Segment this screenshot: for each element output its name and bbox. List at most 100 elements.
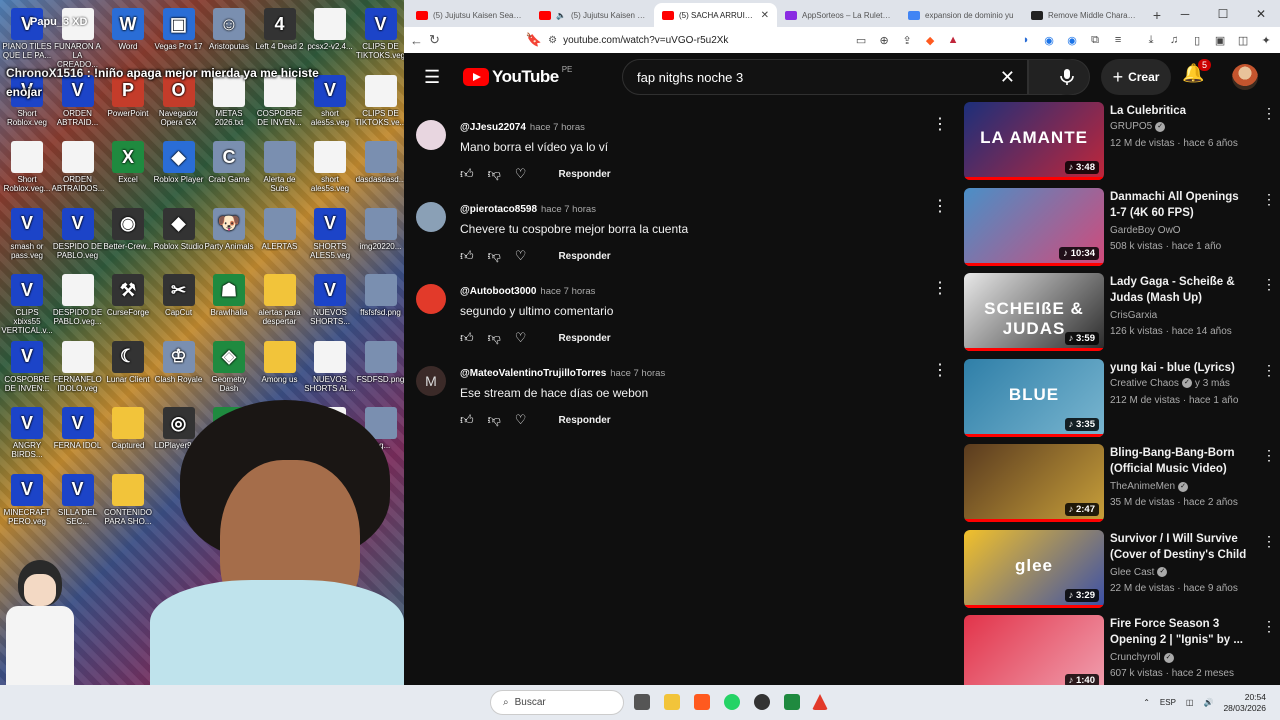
tab-audio-icon[interactable]: 🔈 bbox=[556, 11, 566, 20]
maximize-button[interactable]: ☐ bbox=[1204, 0, 1242, 27]
search-input[interactable]: fap nitghs noche 3 ✕ bbox=[622, 59, 1028, 95]
desktop-icon[interactable]: ffsfsfsd.png bbox=[355, 274, 405, 317]
desktop-icon[interactable]: NUEVOS SHORTS AL... bbox=[304, 340, 356, 393]
desktop-icon[interactable]: ♔ Clash Royale bbox=[153, 340, 205, 384]
brave-rewards-icon[interactable]: ▲ bbox=[946, 33, 960, 47]
video-thumbnail[interactable]: ♪ 2:47 bbox=[964, 444, 1104, 522]
comment-more-icon[interactable]: ⋮ bbox=[932, 199, 948, 215]
zoom-icon[interactable]: ⊕ bbox=[877, 33, 891, 47]
browser-tab[interactable]: AppSorteos – La Ruleta de bbox=[777, 3, 900, 27]
brave-shield-icon[interactable]: ◆ bbox=[923, 33, 937, 47]
video-more-icon[interactable]: ⋮ bbox=[1262, 105, 1276, 122]
reply-button[interactable]: Responder bbox=[558, 415, 610, 426]
comment-author[interactable]: @MateoValentinoTrujilloTorres bbox=[460, 368, 606, 379]
desktop-icon[interactable]: FERNANFLO IDOLO.veg bbox=[52, 340, 104, 393]
app-triangle-icon[interactable] bbox=[812, 694, 828, 710]
desktop-icon[interactable]: CONTENIDO PARA SHO... bbox=[102, 473, 154, 526]
browser-tab[interactable]: (5) Jujutsu Kaisen Season bbox=[408, 3, 531, 27]
desktop-icon[interactable]: V CLIPS xbixs55 VERTICAL.v... bbox=[1, 274, 53, 335]
comment-more-icon[interactable]: ⋮ bbox=[932, 363, 948, 379]
desktop-icon[interactable]: dasdasdasd... bbox=[355, 141, 404, 184]
video-thumbnail[interactable]: BLUE ♪ 3:35 bbox=[964, 358, 1104, 437]
reload-button[interactable]: ↻ bbox=[429, 32, 440, 48]
language-indicator[interactable]: ESP bbox=[1160, 698, 1176, 707]
video-more-icon[interactable]: ⋮ bbox=[1262, 533, 1276, 550]
video-title[interactable]: Bling-Bang-Bang-Born (Official Music Vid… bbox=[1110, 445, 1250, 477]
desktop-icon[interactable]: ☾ Lunar Client bbox=[102, 340, 154, 384]
like-icon[interactable]: 👍︎ bbox=[460, 248, 474, 264]
desktop-icon[interactable]: img20220... bbox=[355, 207, 405, 251]
browser-tab[interactable]: 🔈 (5) Jujutsu Kaisen Seas bbox=[531, 3, 654, 27]
video-thumbnail[interactable]: glee ♪ 3:29 bbox=[964, 529, 1104, 608]
bookmark-icon[interactable]: 🔖 bbox=[526, 32, 542, 48]
network-icon[interactable]: ◫ bbox=[1186, 698, 1194, 707]
close-window-button[interactable]: ✕ bbox=[1242, 0, 1280, 27]
clear-search-icon[interactable]: ✕ bbox=[1000, 67, 1015, 88]
desktop-icon[interactable]: ◆ Roblox Player bbox=[153, 141, 205, 184]
extension-icon-2[interactable]: ◉ bbox=[1042, 33, 1056, 47]
desktop-icon[interactable]: V DESPIDO DE PABLO.veg bbox=[52, 207, 104, 260]
video-title[interactable]: La Culebritica bbox=[1110, 103, 1250, 119]
desktop-icon[interactable]: ◆ Roblox Studio bbox=[153, 207, 205, 251]
url-field[interactable]: ⚙ youtube.com/watch?v=uVGO-r5u2Xk bbox=[548, 30, 848, 50]
desktop-icon[interactable]: V CLIPS DE TIKTOKS.veg bbox=[355, 8, 404, 60]
account-avatar[interactable] bbox=[1232, 64, 1258, 90]
desktop-icon[interactable]: DESPIDO DE PABLO.veg... bbox=[52, 274, 104, 326]
related-video[interactable]: ♪ 2:47 Bling-Bang-Bang-Born (Official Mus… bbox=[964, 443, 1280, 529]
desktop-icon[interactable]: V NUEVOS SHORTS... bbox=[304, 274, 356, 326]
desktop-icon[interactable]: ✂ CapCut bbox=[153, 274, 205, 317]
heart-icon[interactable]: ♡ bbox=[515, 412, 527, 428]
desktop-icon[interactable]: short ales5s.veg bbox=[304, 141, 356, 193]
desktop-icon[interactable]: W Word bbox=[102, 8, 154, 51]
browser-tab[interactable]: Remove Middle Characte bbox=[1023, 3, 1146, 27]
extension-icon-1[interactable]: ◗ bbox=[1019, 33, 1033, 47]
video-channel[interactable]: TheAnimeMen bbox=[1110, 481, 1175, 492]
reply-button[interactable]: Responder bbox=[558, 251, 610, 262]
clock[interactable]: 20:54 28/03/2026 bbox=[1223, 692, 1266, 714]
video-channel[interactable]: Crunchyroll bbox=[1110, 652, 1161, 663]
file-explorer-icon[interactable] bbox=[664, 694, 680, 710]
extensions-puzzle-icon[interactable]: ⧉ bbox=[1088, 33, 1102, 47]
related-video[interactable]: LA AMANTE ♪ 3:48 La Culebritica GRUPO5 ✓ 12 M… bbox=[964, 101, 1280, 187]
video-more-icon[interactable]: ⋮ bbox=[1262, 447, 1276, 464]
desktop-icon[interactable]: 4 Left 4 Dead 2 bbox=[254, 8, 306, 51]
browser-tab[interactable]: (5) SACHA ARRUINA ✕ bbox=[654, 3, 777, 27]
reply-button[interactable]: Responder bbox=[558, 333, 610, 344]
heart-icon[interactable]: ♡ bbox=[515, 248, 527, 264]
library-icon[interactable]: ▯ bbox=[1190, 33, 1204, 47]
desktop-icon[interactable]: Vsmash or pass.veg bbox=[1, 207, 53, 260]
share-icon[interactable]: ⇪ bbox=[900, 33, 914, 47]
video-title[interactable]: Danmachi All Openings 1-7 (4K 60 FPS) bbox=[1110, 189, 1250, 221]
like-icon[interactable]: 👍︎ bbox=[460, 330, 474, 346]
video-thumbnail[interactable]: SCHEIßE & JUDAS ♪ 3:59 bbox=[964, 273, 1104, 351]
desktop-icon[interactable]: Captured bbox=[102, 407, 154, 450]
desktop-icon[interactable]: Alerta de Subs bbox=[254, 141, 306, 193]
video-thumbnail[interactable]: LA AMANTE ♪ 3:48 bbox=[964, 102, 1104, 180]
video-thumbnail[interactable]: ♪ 10:34 bbox=[964, 187, 1104, 266]
comment-avatar[interactable] bbox=[416, 120, 446, 150]
guide-menu-icon[interactable]: ☰ bbox=[424, 67, 444, 87]
comment-author[interactable]: @Autoboot3000 bbox=[460, 286, 536, 297]
cast-icon[interactable]: ▭ bbox=[854, 33, 868, 47]
desktop-icon[interactable]: FSDFSD.png bbox=[355, 340, 404, 384]
desktop-icon[interactable]: Short Roblox.veg... bbox=[1, 141, 53, 193]
dislike-icon[interactable]: 👎︎ bbox=[488, 330, 501, 346]
desktop-icon[interactable]: pcsx2-v2.4... bbox=[304, 8, 356, 51]
site-info-icon[interactable]: ⚙ bbox=[548, 35, 557, 46]
dislike-icon[interactable]: 👎︎ bbox=[488, 412, 501, 428]
comment-avatar[interactable] bbox=[416, 202, 446, 232]
back-button[interactable]: ← bbox=[410, 33, 423, 48]
heart-icon[interactable]: ♡ bbox=[515, 166, 527, 182]
leo-ai-icon[interactable]: ✦ bbox=[1259, 33, 1273, 47]
comment-timestamp[interactable]: hace 7 horas bbox=[530, 122, 585, 133]
tray-chevron-icon[interactable]: ⌃ bbox=[1143, 698, 1150, 707]
video-channel[interactable]: GardeBoy OwO bbox=[1110, 225, 1181, 236]
tab-close-icon[interactable]: ✕ bbox=[761, 10, 769, 21]
desktop-icon[interactable]: C Crab Game bbox=[203, 141, 255, 184]
sidebar-icon[interactable]: ◫ bbox=[1236, 33, 1250, 47]
video-title[interactable]: Fire Force Season 3 Opening 2 | "Ignis" … bbox=[1110, 616, 1250, 648]
video-more-icon[interactable]: ⋮ bbox=[1262, 191, 1276, 208]
create-button[interactable]: + Crear bbox=[1101, 59, 1171, 95]
desktop-icon[interactable]: CLIPS DE TIKTOKS.ve... bbox=[355, 74, 404, 127]
dislike-icon[interactable]: 👎︎ bbox=[488, 248, 501, 264]
